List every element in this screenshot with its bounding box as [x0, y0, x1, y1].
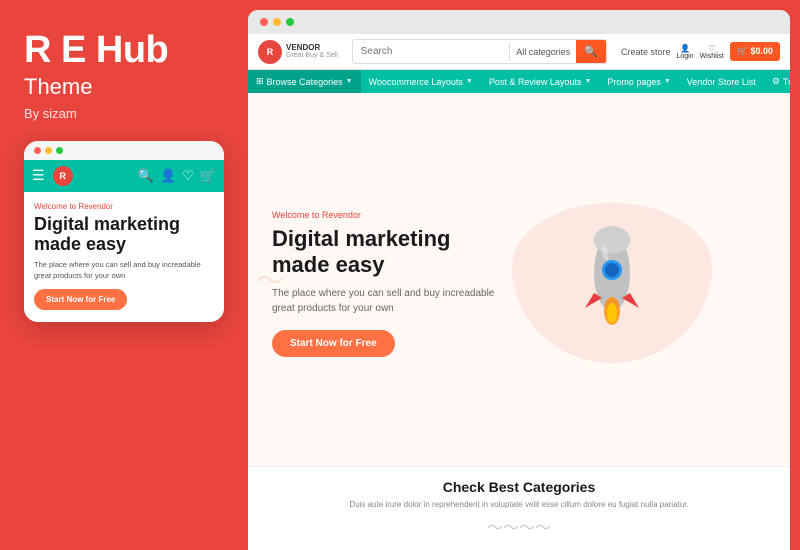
search-button[interactable]: 🔍	[576, 40, 606, 63]
mobile-cta-button[interactable]: Start Now for Free	[34, 289, 127, 310]
left-panel: R E Hub Theme By sizam ☰ R 🔍 👤 ♡ 🛒 Welco…	[0, 0, 248, 550]
mobile-logo: R	[53, 166, 73, 186]
vendor-name: VENDOR	[286, 43, 338, 53]
browser-mockup: R VENDOR Great Buy & Sell All categories…	[248, 10, 790, 550]
hero-welcome-text: Welcome to Revendor	[272, 210, 512, 220]
hero-cta-button[interactable]: Start Now for Free	[272, 330, 395, 357]
chevron-down-icon: ▼	[664, 78, 671, 85]
login-button[interactable]: 👤 Login	[676, 44, 693, 60]
mobile-content: Welcome to Revendor Digital marketing ma…	[24, 192, 224, 323]
theme-title-group: R E Hub Theme By sizam	[24, 30, 168, 121]
chevron-down-icon: ▼	[584, 78, 591, 85]
mobile-mockup: ☰ R 🔍 👤 ♡ 🛒 Welcome to Revendor Digital …	[24, 141, 224, 323]
categories-section: Check Best Categories Duis aute irure do…	[248, 466, 790, 550]
search-categories-dropdown[interactable]: All categories	[509, 43, 576, 61]
user-icon[interactable]: 👤	[160, 168, 176, 184]
gear-icon: ⚙	[772, 76, 780, 87]
mobile-dot-green	[56, 147, 63, 154]
hero-section: 〜 Welcome to Revendor Digital marketing …	[248, 93, 790, 466]
search-input[interactable]	[353, 42, 509, 61]
search-icon[interactable]: 🔍	[138, 168, 154, 184]
tutorials-menu[interactable]: ⚙ Tutorials	[764, 70, 790, 93]
hero-rocket-image	[512, 203, 712, 363]
mobile-nav-bar: ☰ R 🔍 👤 ♡ 🛒	[24, 160, 224, 192]
green-navigation: ⊞ Browse Categories ▼ Woocommerce Layout…	[248, 70, 790, 93]
browser-dot-yellow	[273, 18, 281, 26]
heart-icon: ♡	[708, 44, 715, 53]
vendor-store-list-menu[interactable]: Vendor Store List	[679, 71, 764, 93]
search-bar: All categories 🔍	[352, 39, 607, 64]
categories-description: Duis aute irure dolor in reprehenderit i…	[272, 499, 766, 510]
woocommerce-layouts-menu[interactable]: Woocommerce Layouts ▼	[361, 71, 481, 93]
rocket-svg	[547, 218, 677, 348]
chevron-down-icon: ▼	[466, 78, 473, 85]
post-review-layouts-menu[interactable]: Post & Review Layouts ▼	[481, 71, 599, 93]
hero-text-block: Welcome to Revendor Digital marketing ma…	[272, 210, 512, 358]
vendor-tagline: Great Buy & Sell	[286, 52, 338, 60]
browser-navbar: R VENDOR Great Buy & Sell All categories…	[248, 34, 790, 70]
mobile-dot-red	[34, 147, 41, 154]
promo-pages-menu[interactable]: Promo pages ▼	[599, 71, 678, 93]
hamburger-icon[interactable]: ☰	[32, 167, 45, 184]
vendor-logo-circle: R	[258, 40, 282, 64]
browser-top-bar	[248, 10, 790, 34]
mobile-top-bar	[24, 141, 224, 160]
nav-actions: Create store 👤 Login ♡ Wishlist 🛒 $0.00	[621, 42, 780, 61]
browser-dot-red	[260, 18, 268, 26]
theme-author: By sizam	[24, 106, 168, 121]
hero-description: The place where you can sell and buy inc…	[272, 286, 512, 316]
hero-headline: Digital marketing made easy	[272, 226, 512, 279]
mobile-description: The place where you can sell and buy inc…	[34, 260, 214, 281]
cart-button[interactable]: 🛒 $0.00	[730, 42, 780, 61]
theme-title: R E Hub	[24, 30, 168, 72]
browse-categories-menu[interactable]: ⊞ Browse Categories ▼	[248, 70, 361, 93]
wishlist-button[interactable]: ♡ Wishlist	[700, 44, 724, 60]
cart-icon[interactable]: 🛒	[200, 168, 216, 184]
decorative-wave: 〜	[256, 259, 284, 299]
user-icon: 👤	[680, 44, 690, 53]
browser-content: R VENDOR Great Buy & Sell All categories…	[248, 34, 790, 550]
create-store-link[interactable]: Create store	[621, 47, 671, 57]
mobile-headline: Digital marketing made easy	[34, 215, 214, 255]
categories-title: Check Best Categories	[272, 479, 766, 495]
mobile-nav-icons: 🔍 👤 ♡ 🛒	[138, 168, 216, 184]
mobile-welcome-text: Welcome to Revendor	[34, 202, 214, 211]
heart-icon[interactable]: ♡	[182, 168, 194, 184]
browser-dot-green	[286, 18, 294, 26]
vendor-logo-text: VENDOR Great Buy & Sell	[286, 43, 338, 61]
decorative-squiggle: 〜〜〜〜	[272, 514, 766, 538]
vendor-logo: R VENDOR Great Buy & Sell	[258, 40, 338, 64]
chevron-down-icon: ▼	[346, 78, 353, 85]
grid-icon: ⊞	[256, 76, 264, 87]
theme-subtitle: Theme	[24, 74, 168, 100]
mobile-dot-yellow	[45, 147, 52, 154]
